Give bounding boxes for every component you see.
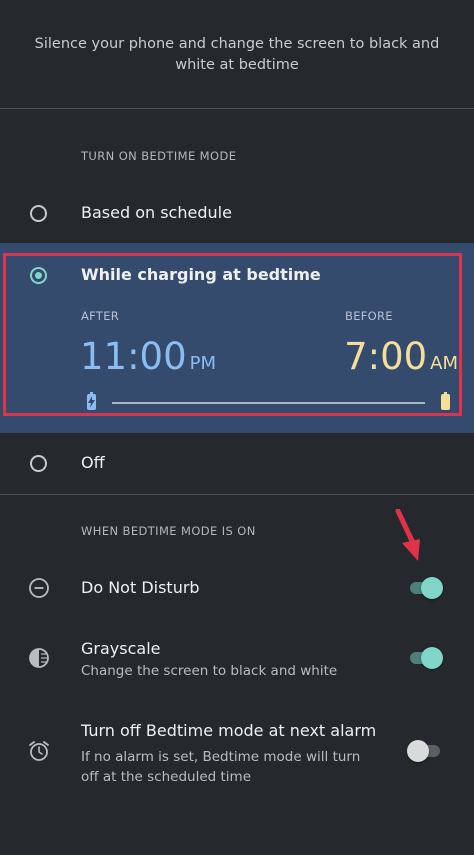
setting-title: Do Not Disturb: [81, 578, 200, 597]
divider: [0, 108, 474, 109]
setting-subtitle: If no alarm is set, Bedtime mode will tu…: [81, 749, 361, 785]
option-label: Off: [81, 453, 105, 472]
grayscale-toggle[interactable]: [407, 647, 443, 669]
turn-on-section-header: TURN ON BEDTIME MODE: [81, 149, 237, 163]
radio-off[interactable]: [30, 455, 47, 472]
turn-off-at-alarm-toggle[interactable]: [407, 740, 443, 762]
setting-subtitle: Change the screen to black and white: [81, 663, 338, 679]
when-on-section-header: WHEN BEDTIME MODE IS ON: [81, 524, 256, 538]
grayscale-icon: [29, 648, 49, 668]
option-label: Based on schedule: [81, 203, 232, 222]
alarm-clock-icon: [29, 741, 49, 761]
annotation-highlight-box: [3, 253, 462, 416]
do-not-disturb-toggle[interactable]: [407, 577, 443, 599]
annotation-arrow-icon: [395, 509, 420, 561]
intro-description: Silence your phone and change the screen…: [34, 36, 440, 73]
radio-based-on-schedule[interactable]: [30, 205, 47, 222]
setting-title: Turn off Bedtime mode at next alarm: [81, 721, 377, 740]
setting-title: Grayscale: [81, 639, 161, 658]
divider: [0, 494, 474, 495]
do-not-disturb-icon: [29, 578, 49, 598]
